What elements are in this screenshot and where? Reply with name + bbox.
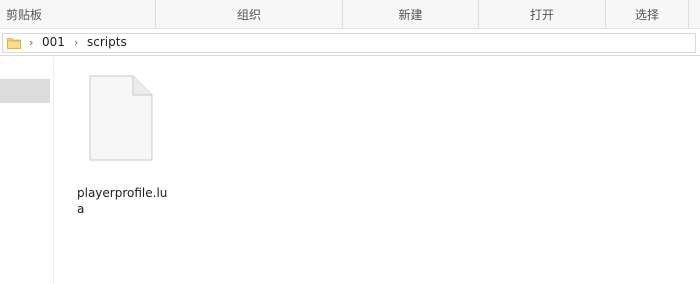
file-item[interactable]: playerprofile.lua	[75, 75, 175, 216]
chevron-right-icon[interactable]: ›	[74, 36, 78, 49]
ribbon-group-select[interactable]: 选择	[606, 0, 688, 28]
navigation-pane[interactable]	[0, 57, 54, 284]
ribbon: 剪贴板 组织 新建 打开 选择	[0, 0, 700, 29]
folder-icon	[7, 38, 21, 49]
ribbon-separator	[688, 0, 689, 28]
address-field[interactable]: › 001 › scripts	[2, 33, 696, 53]
document-file-icon	[89, 75, 153, 161]
breadcrumb-item[interactable]: scripts	[87, 35, 127, 49]
address-bar: › 001 › scripts	[0, 30, 700, 56]
file-name: playerprofile.lua	[77, 186, 168, 216]
ribbon-group-new[interactable]: 新建	[343, 0, 478, 28]
chevron-right-icon[interactable]: ›	[29, 36, 33, 49]
ribbon-group-clipboard[interactable]: 剪贴板	[0, 0, 155, 28]
file-list[interactable]: playerprofile.lua	[55, 57, 700, 284]
ribbon-group-open[interactable]: 打开	[479, 0, 605, 28]
nav-item-selected[interactable]	[0, 79, 50, 103]
ribbon-group-organize[interactable]: 组织	[156, 0, 342, 28]
breadcrumb-item[interactable]: 001	[42, 35, 65, 49]
